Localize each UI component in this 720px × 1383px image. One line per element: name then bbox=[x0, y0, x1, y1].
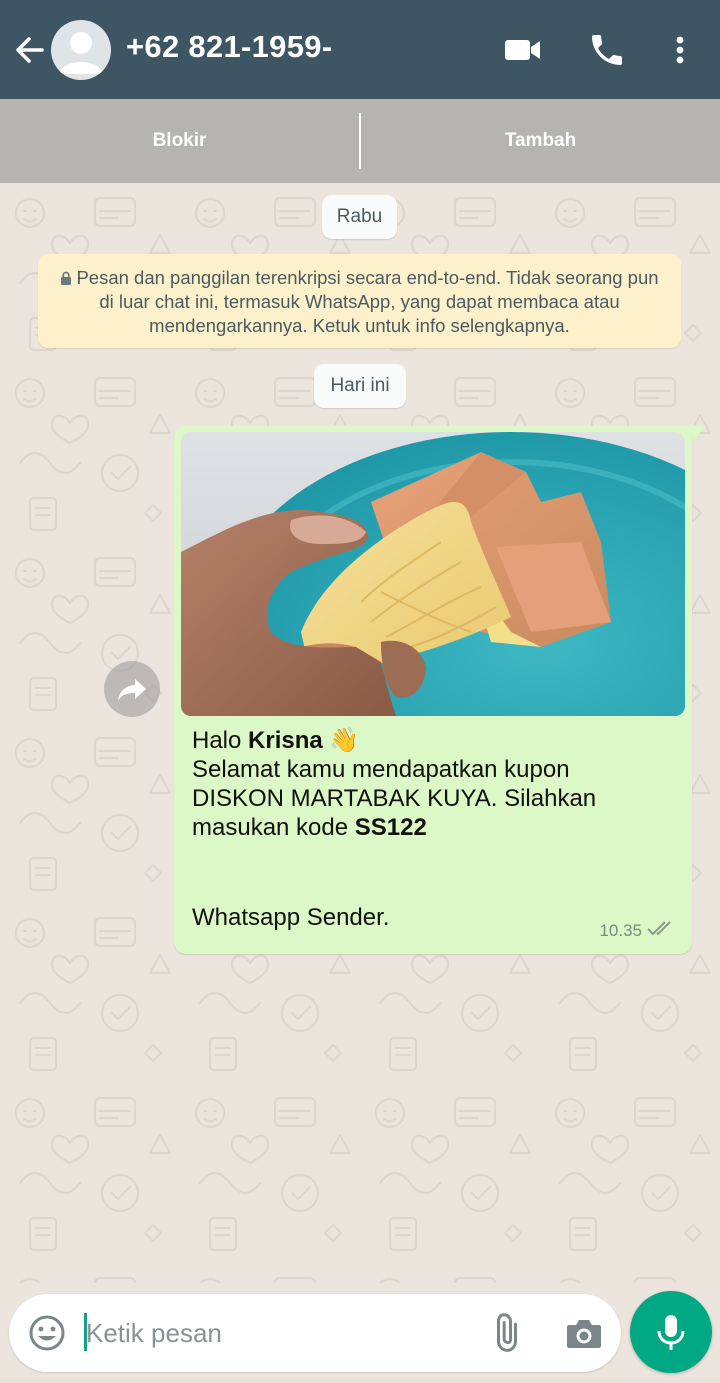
camera-icon[interactable] bbox=[563, 1313, 605, 1355]
contact-name[interactable]: +62 821-1959- bbox=[126, 29, 332, 65]
phone-call-icon[interactable] bbox=[587, 30, 627, 70]
add-contact-button[interactable]: Tambah bbox=[361, 99, 720, 183]
message-photo-martabak[interactable] bbox=[181, 432, 685, 716]
recipient-name: Krisna bbox=[248, 727, 323, 754]
message-text: Halo Krisna 👋 Selamat kamu mendapatkan k… bbox=[192, 726, 682, 842]
video-call-icon[interactable] bbox=[502, 30, 542, 70]
date-chip-previous: Rabu bbox=[322, 195, 397, 239]
message-meta: 10.35 bbox=[599, 919, 676, 942]
encryption-notice-text: Pesan dan panggilan terenkripsi secara e… bbox=[76, 267, 659, 336]
message-composer bbox=[9, 1294, 621, 1372]
more-options-icon[interactable] bbox=[660, 30, 700, 70]
forward-button[interactable] bbox=[104, 661, 160, 717]
date-chip-today: Hari ini bbox=[314, 364, 406, 408]
chat-header: +62 821-1959- bbox=[0, 0, 720, 99]
outgoing-message-bubble[interactable]: Halo Krisna 👋 Selamat kamu mendapatkan k… bbox=[174, 426, 692, 954]
paperclip-attach-icon[interactable] bbox=[486, 1313, 528, 1355]
lock-icon bbox=[60, 267, 72, 285]
unknown-contact-actions: Blokir Tambah bbox=[0, 99, 720, 183]
waving-hand-emoji: 👋 bbox=[329, 727, 360, 754]
encryption-notice[interactable]: Pesan dan panggilan terenkripsi secara e… bbox=[38, 254, 681, 348]
greeting-text: Halo bbox=[192, 727, 242, 754]
message-signature: Whatsapp Sender. bbox=[192, 904, 390, 931]
message-time: 10.35 bbox=[599, 920, 642, 940]
message-line-1: Selamat kamu mendapatkan kupon bbox=[192, 756, 570, 783]
microphone-icon bbox=[657, 1315, 685, 1350]
double-check-icon bbox=[646, 919, 676, 942]
message-greeting-line: Halo Krisna 👋 bbox=[192, 726, 682, 755]
chat-area[interactable]: Rabu Pesan dan panggilan terenkripsi sec… bbox=[0, 183, 720, 1283]
message-line-3-prefix: masukan kode bbox=[192, 814, 349, 841]
back-arrow-icon[interactable] bbox=[12, 30, 48, 70]
message-line-2: DISKON MARTABAK KUYA. Silahkan bbox=[192, 785, 597, 812]
message-line-3: masukan kode SS122 bbox=[192, 813, 682, 842]
emoji-icon[interactable] bbox=[27, 1313, 67, 1353]
bottom-edge bbox=[0, 1378, 720, 1383]
coupon-code: SS122 bbox=[354, 814, 427, 841]
block-button[interactable]: Blokir bbox=[0, 99, 359, 183]
avatar[interactable] bbox=[51, 20, 111, 80]
microphone-button[interactable] bbox=[630, 1291, 712, 1373]
message-input[interactable] bbox=[84, 1308, 474, 1358]
